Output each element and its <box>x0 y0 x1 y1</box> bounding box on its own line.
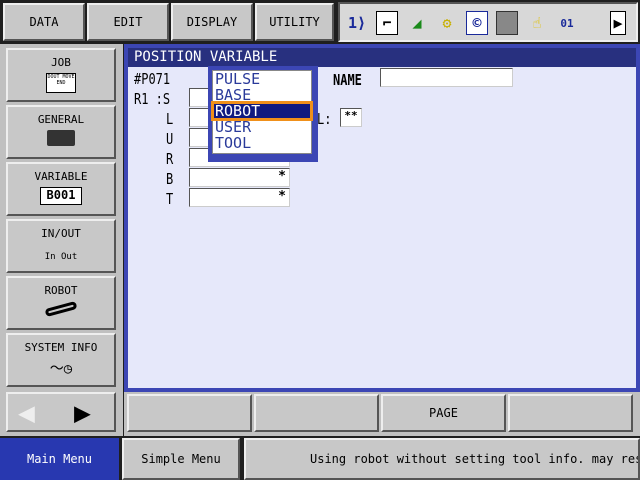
sidebar-variable[interactable]: VARIABLE B001 <box>6 162 116 216</box>
coordinate-dropdown: PULSE BASE ROBOT USER TOOL <box>208 66 318 162</box>
variable-icon: B001 <box>40 187 82 205</box>
general-icon <box>47 130 75 146</box>
sidebar-label: VARIABLE <box>34 170 88 183</box>
axis-label-t: T <box>166 190 174 208</box>
sidebar-robot[interactable]: ROBOT <box>6 276 116 330</box>
data-menu-button[interactable]: DATA <box>3 3 85 41</box>
robot-icon <box>44 300 78 318</box>
axis-field-t[interactable]: * <box>189 188 290 207</box>
prev-page-icon[interactable]: ◀ <box>18 396 35 429</box>
system-info-icon: 〜◷ <box>49 361 73 377</box>
status-icon-bar: 1⟩ ⌐ ◢ ⚙ © ☝ 01 ▶ <box>338 2 638 42</box>
option-user[interactable]: USER <box>213 119 311 135</box>
sidebar-label: IN/OUT <box>41 227 81 240</box>
sidebar-in-out[interactable]: IN/OUT In Out <box>6 219 116 273</box>
option-tool[interactable]: TOOL <box>213 135 311 151</box>
axis-label-l: L <box>166 110 174 128</box>
sidebar-label: SYSTEM INFO <box>24 341 98 354</box>
page-button[interactable]: PAGE <box>381 394 506 432</box>
axis-label-b: B <box>166 170 174 188</box>
utility-menu-button[interactable]: UTILITY <box>255 3 334 41</box>
display-menu-button[interactable]: DISPLAY <box>171 3 253 41</box>
speed-icon[interactable]: ◢ <box>406 11 428 35</box>
sidebar-job[interactable]: JOB DOUT MOVE END <box>6 48 116 102</box>
sidebar-general[interactable]: GENERAL <box>6 105 116 159</box>
function-button-4[interactable] <box>508 394 633 432</box>
option-base[interactable]: BASE <box>213 87 311 103</box>
hand-icon[interactable]: ☝ <box>526 11 548 35</box>
next-arrow-icon[interactable]: ▶ <box>610 11 626 35</box>
sidebar-label: ROBOT <box>44 284 78 297</box>
option-robot[interactable]: ROBOT <box>211 101 313 121</box>
mode-icon[interactable]: ⚙ <box>436 11 458 35</box>
sidebar-label: GENERAL <box>37 113 85 126</box>
edit-menu-button[interactable]: EDIT <box>87 3 169 41</box>
1-2-icon[interactable]: 1⟩ <box>346 11 368 35</box>
sidebar-label: JOB <box>51 56 71 69</box>
tool-field[interactable]: ** <box>340 108 362 127</box>
main-panel: POSITION VARIABLE #P071 NAME R1 :S L U R… <box>124 44 640 392</box>
axis-label-r: R <box>166 150 174 168</box>
coordinate-icon[interactable]: ⌐ <box>376 11 398 35</box>
tool-label: L: <box>317 110 332 128</box>
sidebar: JOB DOUT MOVE END GENERAL VARIABLE B001 … <box>0 44 123 436</box>
job-icon: DOUT MOVE END <box>46 73 76 93</box>
page-icon[interactable] <box>496 11 518 35</box>
main-menu-button[interactable]: Main Menu <box>0 438 119 480</box>
function-button-1[interactable] <box>127 394 252 432</box>
teach-icon[interactable]: © <box>466 11 488 35</box>
page-arrows: ◀ ▶ <box>6 392 116 432</box>
name-field[interactable] <box>380 68 513 87</box>
axis-label-s: R1 :S <box>134 90 171 108</box>
simple-menu-button[interactable]: Simple Menu <box>122 438 240 480</box>
variable-id: #P071 <box>134 70 171 88</box>
status-message: Using robot without setting tool info. m… <box>244 438 640 480</box>
axis-field-b[interactable]: * <box>189 168 290 187</box>
tool-01-icon[interactable]: 01 <box>556 11 578 35</box>
next-page-icon[interactable]: ▶ <box>74 396 91 429</box>
function-button-2[interactable] <box>254 394 379 432</box>
page-title: POSITION VARIABLE <box>128 48 636 67</box>
sidebar-system-info[interactable]: SYSTEM INFO 〜◷ <box>6 333 116 387</box>
in-out-icon: In Out <box>44 252 78 262</box>
bottom-button-bar: PAGE <box>124 392 640 436</box>
option-pulse[interactable]: PULSE <box>213 71 311 87</box>
axis-label-u: U <box>166 130 174 148</box>
name-label: NAME <box>333 71 362 89</box>
